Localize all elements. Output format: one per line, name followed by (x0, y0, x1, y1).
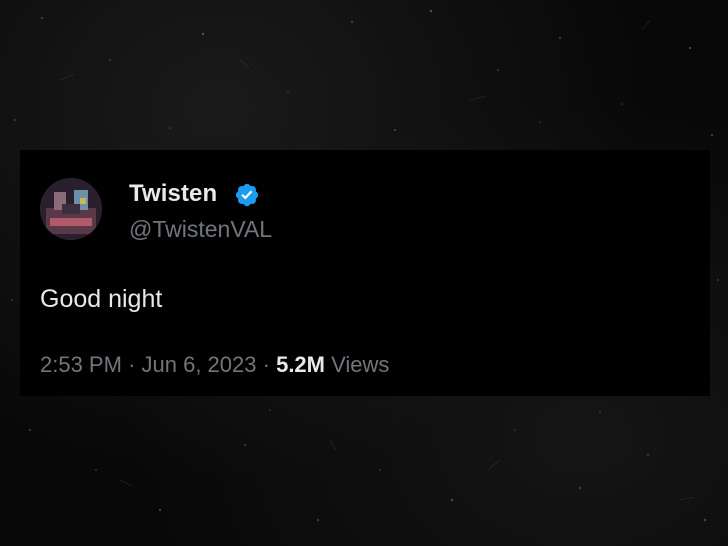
avatar[interactable] (40, 178, 102, 240)
meta-separator: · (262, 352, 270, 377)
tweet-card: Twisten @TwistenVAL Good night 2:53 PM ·… (20, 150, 710, 396)
display-name[interactable]: Twisten (129, 180, 217, 208)
user-handle[interactable]: @TwistenVAL (129, 215, 272, 243)
tweet-time[interactable]: 2:53 PM (40, 352, 122, 377)
tweet-date[interactable]: Jun 6, 2023 (142, 352, 257, 377)
meta-separator: · (128, 352, 136, 377)
views-count[interactable]: 5.2M (276, 352, 325, 377)
verified-badge-icon (235, 183, 259, 207)
avatar-image (40, 178, 102, 240)
views-label: Views (331, 352, 390, 377)
tweet-meta: 2:53 PM · Jun 6, 2023 · 5.2M Views (40, 351, 389, 379)
tweet-text: Good night (40, 285, 163, 313)
